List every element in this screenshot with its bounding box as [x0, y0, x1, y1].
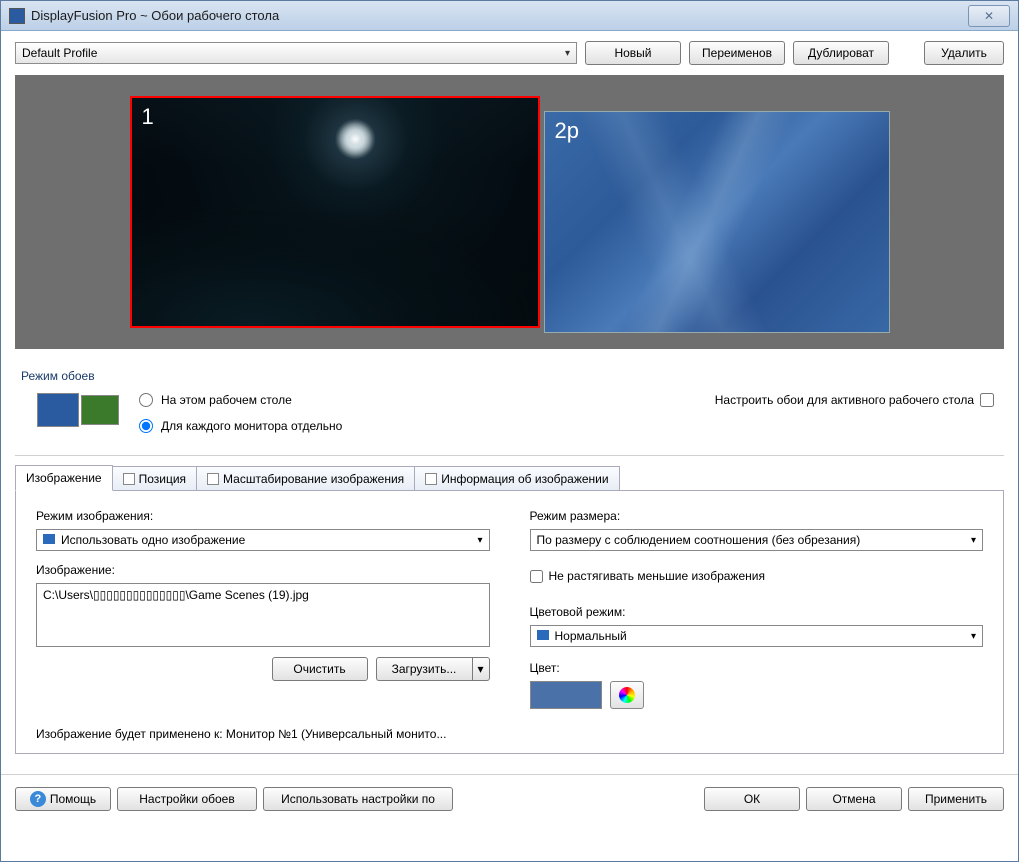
no-stretch-label: Не растягивать меньшие изображения	[549, 569, 765, 583]
apply-button[interactable]: Применить	[908, 787, 1004, 811]
image-mode-icon	[43, 534, 55, 544]
chevron-down-icon: ▾	[971, 631, 976, 642]
color-label: Цвет:	[530, 661, 984, 675]
radio-same-desktop[interactable]: На этом рабочем столе	[139, 393, 342, 407]
color-wheel-icon	[619, 687, 635, 703]
image-mode-label: Режим изображения:	[36, 509, 490, 523]
profile-select[interactable]: Default Profile ▾	[15, 42, 577, 64]
size-mode-label: Режим размера:	[530, 509, 984, 523]
close-button[interactable]: ✕	[968, 5, 1010, 27]
image-path-value: C:\Users\▯▯▯▯▯▯▯▯▯▯▯▯▯▯\Game Scenes (19)…	[43, 588, 309, 602]
size-mode-value: По размеру с соблюдением соотношения (бе…	[537, 533, 861, 547]
wallpaper-mode-title: Режим обоев	[19, 369, 1000, 383]
cancel-button[interactable]: Отмена	[806, 787, 902, 811]
color-picker-button[interactable]	[610, 681, 644, 709]
profile-selected-label: Default Profile	[22, 46, 97, 60]
monitor-2-preview[interactable]: 2p	[544, 111, 890, 333]
radio-same-desktop-label: На этом рабочем столе	[161, 393, 292, 407]
tab-position-checkbox-icon	[123, 473, 135, 485]
tab-scaling-checkbox-icon	[207, 473, 219, 485]
wallpaper-settings-button[interactable]: Настройки обоев	[117, 787, 257, 811]
use-defaults-button[interactable]: Использовать настройки по	[263, 787, 453, 811]
tab-scaling[interactable]: Масштабирование изображения	[196, 466, 415, 490]
tab-image[interactable]: Изображение	[15, 465, 113, 491]
monitor-green-icon	[81, 395, 119, 425]
help-button[interactable]: ? Помощь	[15, 787, 111, 811]
monitor-blue-icon	[37, 393, 79, 427]
monitor-1-label: 1	[142, 104, 154, 130]
tab-info-checkbox-icon	[425, 473, 437, 485]
monitor-2-label: 2p	[555, 118, 579, 144]
tab-position-label: Позиция	[139, 472, 186, 486]
load-button[interactable]: Загрузить...	[376, 657, 472, 681]
profile-toolbar: Default Profile ▾ Новый Переименов Дубли…	[15, 41, 1004, 65]
color-swatch[interactable]	[530, 681, 602, 709]
tab-position[interactable]: Позиция	[112, 466, 197, 490]
chevron-down-icon: ▾	[971, 535, 976, 546]
ok-button[interactable]: ОК	[704, 787, 800, 811]
help-button-label: Помощь	[50, 792, 96, 806]
size-mode-combo[interactable]: По размеру с соблюдением соотношения (бе…	[530, 529, 984, 551]
chevron-down-icon: ▾	[477, 662, 483, 676]
tab-info[interactable]: Информация об изображении	[414, 466, 619, 490]
help-icon: ?	[30, 791, 46, 807]
tabs-bar: Изображение Позиция Масштабирование изоб…	[15, 464, 1004, 490]
delete-profile-button[interactable]: Удалить	[924, 41, 1004, 65]
close-icon: ✕	[984, 9, 994, 23]
tab-image-label: Изображение	[26, 471, 102, 485]
image-mode-value: Использовать одно изображение	[61, 533, 245, 547]
color-mode-value: Нормальный	[555, 629, 627, 643]
app-window: DisplayFusion Pro ~ Обои рабочего стола …	[0, 0, 1019, 862]
tab-scaling-label: Масштабирование изображения	[223, 472, 404, 486]
right-column: Режим размера: По размеру с соблюдением …	[530, 509, 984, 709]
apply-status-text: Изображение будет применено к: Монитор №…	[36, 727, 983, 741]
chevron-down-icon: ▾	[477, 535, 482, 546]
color-mode-icon	[537, 630, 549, 640]
monitor-1-preview[interactable]: 1	[130, 96, 540, 328]
load-button-group: Загрузить... ▾	[376, 657, 490, 681]
active-desktop-checkbox[interactable]: Настроить обои для активного рабочего ст…	[715, 393, 1000, 407]
clear-button[interactable]: Очистить	[272, 657, 368, 681]
new-profile-button[interactable]: Новый	[585, 41, 681, 65]
color-mode-label: Цветовой режим:	[530, 605, 984, 619]
window-title: DisplayFusion Pro ~ Обои рабочего стола	[31, 8, 968, 23]
content-area: Default Profile ▾ Новый Переименов Дубли…	[1, 31, 1018, 764]
monitor-preview-area: 1 2p	[15, 75, 1004, 349]
divider	[15, 455, 1004, 456]
image-mode-combo[interactable]: Использовать одно изображение ▾	[36, 529, 490, 551]
bottom-toolbar: ? Помощь Настройки обоев Использовать на…	[1, 774, 1018, 823]
radio-each-monitor-input[interactable]	[139, 419, 153, 433]
app-icon	[9, 8, 25, 24]
radio-same-desktop-input[interactable]	[139, 393, 153, 407]
radio-each-monitor-label: Для каждого монитора отдельно	[161, 419, 342, 433]
active-desktop-label: Настроить обои для активного рабочего ст…	[715, 393, 974, 407]
image-path-box[interactable]: C:\Users\▯▯▯▯▯▯▯▯▯▯▯▯▯▯\Game Scenes (19)…	[36, 583, 490, 647]
load-dropdown-button[interactable]: ▾	[472, 657, 490, 681]
no-stretch-input[interactable]	[530, 570, 543, 583]
mode-icons	[37, 393, 119, 427]
wallpaper-mode-section: Режим обоев На этом рабочем столе Для ка…	[15, 363, 1004, 447]
radio-each-monitor[interactable]: Для каждого монитора отдельно	[139, 419, 342, 433]
titlebar: DisplayFusion Pro ~ Обои рабочего стола …	[1, 1, 1018, 31]
no-stretch-checkbox[interactable]: Не растягивать меньшие изображения	[530, 569, 984, 583]
color-mode-combo[interactable]: Нормальный ▾	[530, 625, 984, 647]
duplicate-profile-button[interactable]: Дублироват	[793, 41, 889, 65]
tab-panel-image: Режим изображения: Использовать одно изо…	[15, 490, 1004, 754]
rename-profile-button[interactable]: Переименов	[689, 41, 785, 65]
image-path-label: Изображение:	[36, 563, 490, 577]
tab-info-label: Информация об изображении	[441, 472, 608, 486]
chevron-down-icon: ▾	[565, 48, 570, 59]
left-column: Режим изображения: Использовать одно изо…	[36, 509, 490, 709]
active-desktop-input[interactable]	[980, 393, 994, 407]
